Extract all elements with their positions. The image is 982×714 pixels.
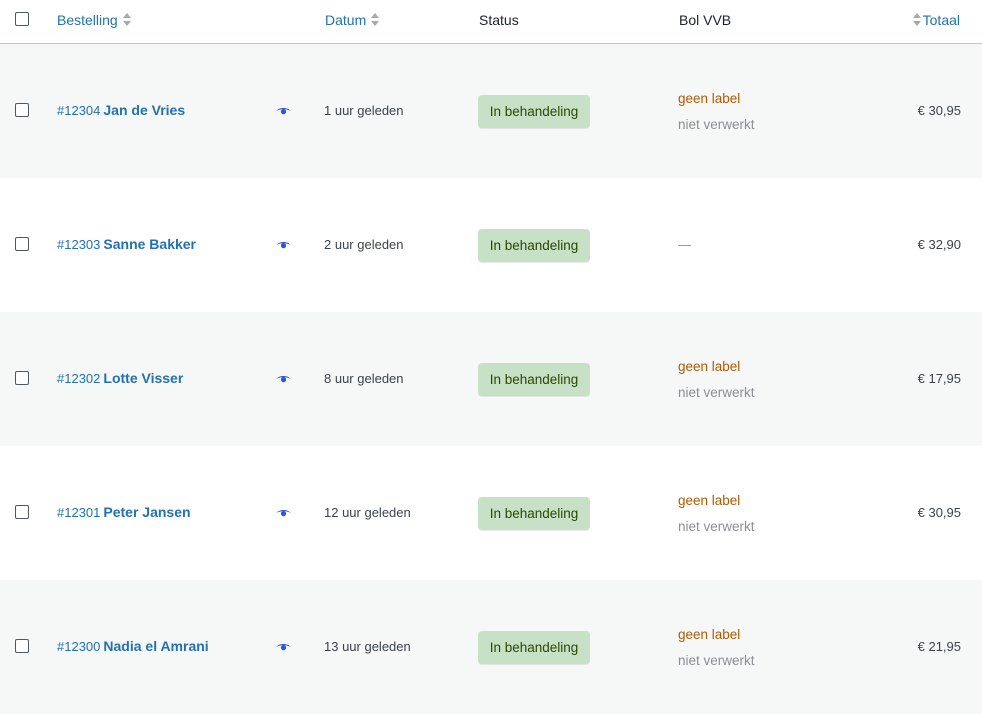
customer-name: Sanne Bakker [103,236,196,252]
order-number: #12302 [57,371,101,386]
bol-processing-status: niet verwerkt [678,117,755,132]
sort-arrows-icon [912,13,921,27]
table-row: #12300 Nadia el Amrani 13 uur geleden In … [0,580,982,714]
order-link[interactable]: #12301 Peter Jansen [57,504,191,520]
bol-label-status: geen label [678,493,741,508]
order-link[interactable]: #12303 Sanne Bakker [57,236,196,252]
order-total: € 30,95 [917,103,961,118]
order-number: #12301 [57,505,101,520]
order-date: 1 uur geleden [324,103,404,118]
bol-label-status: geen label [678,91,741,106]
eye-icon[interactable] [276,508,291,518]
order-number: #12300 [57,639,101,654]
customer-name: Lotte Visser [103,370,184,386]
status-badge: In behandeling [478,497,590,530]
eye-icon[interactable] [276,106,291,116]
row-checkbox[interactable] [15,505,29,519]
select-all-checkbox[interactable] [15,12,29,26]
table-row: #12304 Jan de Vries 1 uur geleden In beha… [0,44,982,178]
status-badge: In behandeling [478,229,590,262]
eye-icon[interactable] [276,642,291,652]
sort-arrows-icon [122,13,131,27]
column-header-bestelling[interactable]: Bestelling [57,12,131,28]
bol-processing-status: niet verwerkt [678,385,755,400]
row-checkbox[interactable] [15,237,29,251]
bol-label-status: geen label [678,359,741,374]
column-header-bol-vvb: Bol VVB [679,12,732,28]
order-total: € 30,95 [917,505,961,520]
order-date: 13 uur geleden [324,639,411,654]
table-row: #12302 Lotte Visser 8 uur geleden In beha… [0,312,982,446]
table-row: #12301 Peter Jansen 12 uur geleden In beh… [0,446,982,580]
row-checkbox[interactable] [15,103,29,117]
order-total: € 32,90 [917,237,961,252]
sort-arrows-icon [371,13,380,27]
row-checkbox[interactable] [15,371,29,385]
order-link[interactable]: #12300 Nadia el Amrani [57,638,209,654]
order-total: € 21,95 [917,639,961,654]
order-number: #12303 [57,237,101,252]
status-badge: In behandeling [478,363,590,396]
order-number: #12304 [57,103,101,118]
bol-processing-status: niet verwerkt [678,519,755,534]
customer-name: Peter Jansen [103,504,191,520]
column-header-totaal[interactable]: Totaal [912,12,960,28]
order-date: 12 uur geleden [324,505,411,520]
bol-processing-status: niet verwerkt [678,653,755,668]
column-header-datum[interactable]: Datum [325,12,380,28]
order-link[interactable]: #12304 Jan de Vries [57,102,185,118]
customer-name: Nadia el Amrani [103,638,209,654]
status-badge: In behandeling [478,631,590,664]
status-badge: In behandeling [478,95,590,128]
column-header-bestelling-label: Bestelling [57,12,118,28]
column-header-totaal-label: Totaal [922,12,960,28]
order-date: 8 uur geleden [324,371,404,386]
table-row: #12303 Sanne Bakker 2 uur geleden In beha… [0,178,982,312]
column-header-datum-label: Datum [325,12,367,28]
eye-icon[interactable] [276,240,291,250]
order-total: € 17,95 [917,371,961,386]
bol-empty-dash: — [678,237,691,252]
bol-label-status: geen label [678,627,741,642]
row-checkbox[interactable] [15,639,29,653]
column-header-status: Status [479,12,519,28]
eye-icon[interactable] [276,374,291,384]
order-date: 2 uur geleden [324,237,404,252]
table-header: Bestelling Datum Status Bol VVB Totaal [0,0,982,44]
customer-name: Jan de Vries [103,102,186,118]
order-link[interactable]: #12302 Lotte Visser [57,370,183,386]
